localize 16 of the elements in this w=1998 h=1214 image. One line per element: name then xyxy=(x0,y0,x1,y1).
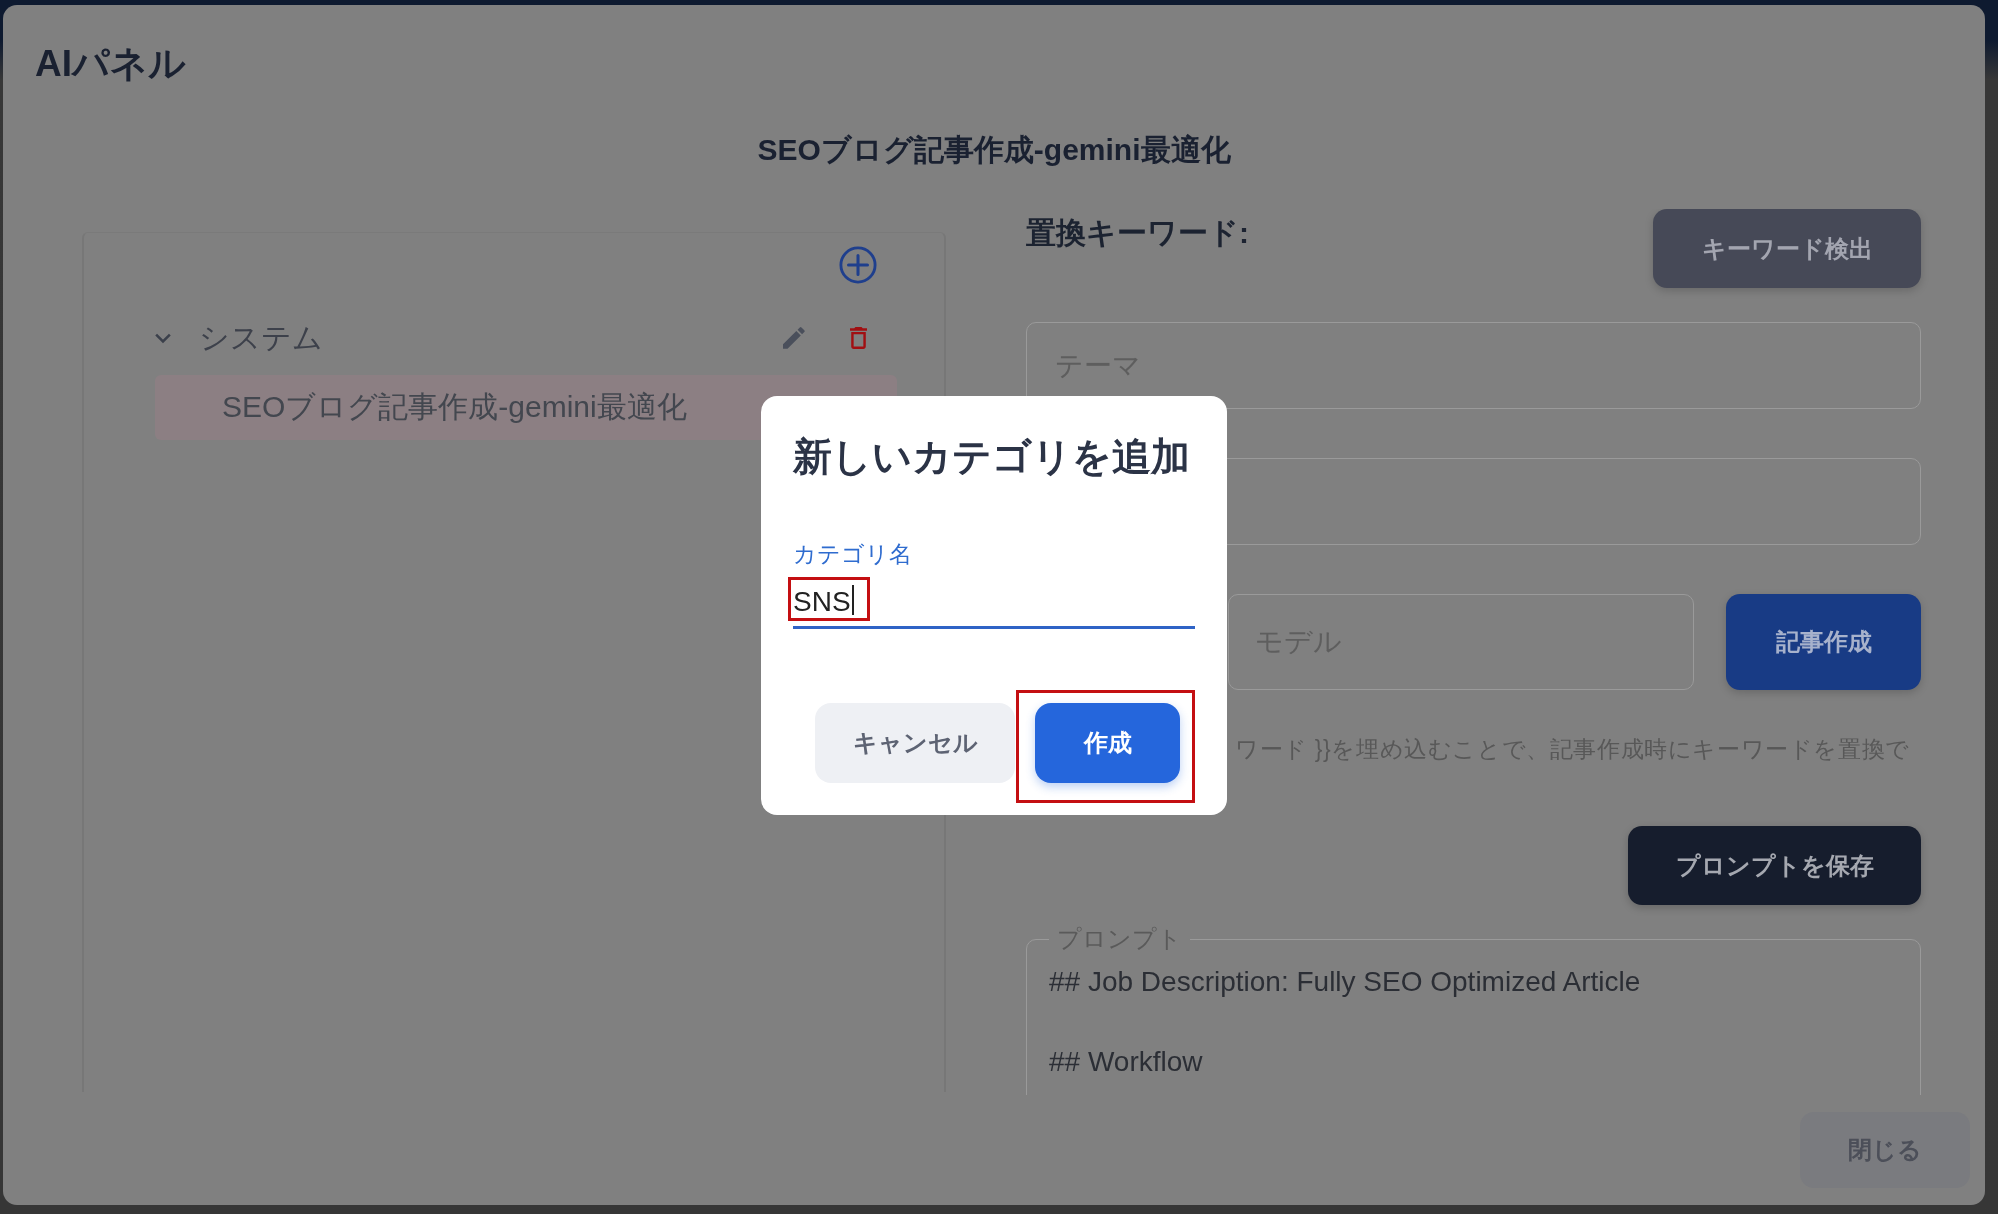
edit-icon[interactable] xyxy=(783,327,805,349)
category-name-input[interactable]: SNS xyxy=(787,576,1195,629)
prompt-title: SEOブログ記事作成-gemini最適化 xyxy=(757,132,1231,168)
category-label[interactable]: システム xyxy=(199,317,323,359)
prompt-text: ## Job Description: Fully SEO Optimized Article ## Workflow xyxy=(1049,965,1641,1079)
create-article-button[interactable]: 記事作成 xyxy=(1726,594,1921,690)
detect-keywords-button[interactable]: キーワード検出 xyxy=(1653,209,1921,288)
add-icon[interactable] xyxy=(839,246,877,284)
create-button[interactable]: 作成 xyxy=(1035,703,1180,783)
delete-icon[interactable] xyxy=(850,327,867,349)
cancel-button[interactable]: キャンセル xyxy=(815,703,1015,783)
keyword-heading: 置換キーワード: xyxy=(1026,215,1249,251)
save-prompt-button[interactable]: プロンプトを保存 xyxy=(1628,826,1921,905)
panel-title: AIパネル xyxy=(34,42,186,86)
text-cursor xyxy=(851,585,854,615)
field-label: カテゴリ名 xyxy=(793,540,912,569)
